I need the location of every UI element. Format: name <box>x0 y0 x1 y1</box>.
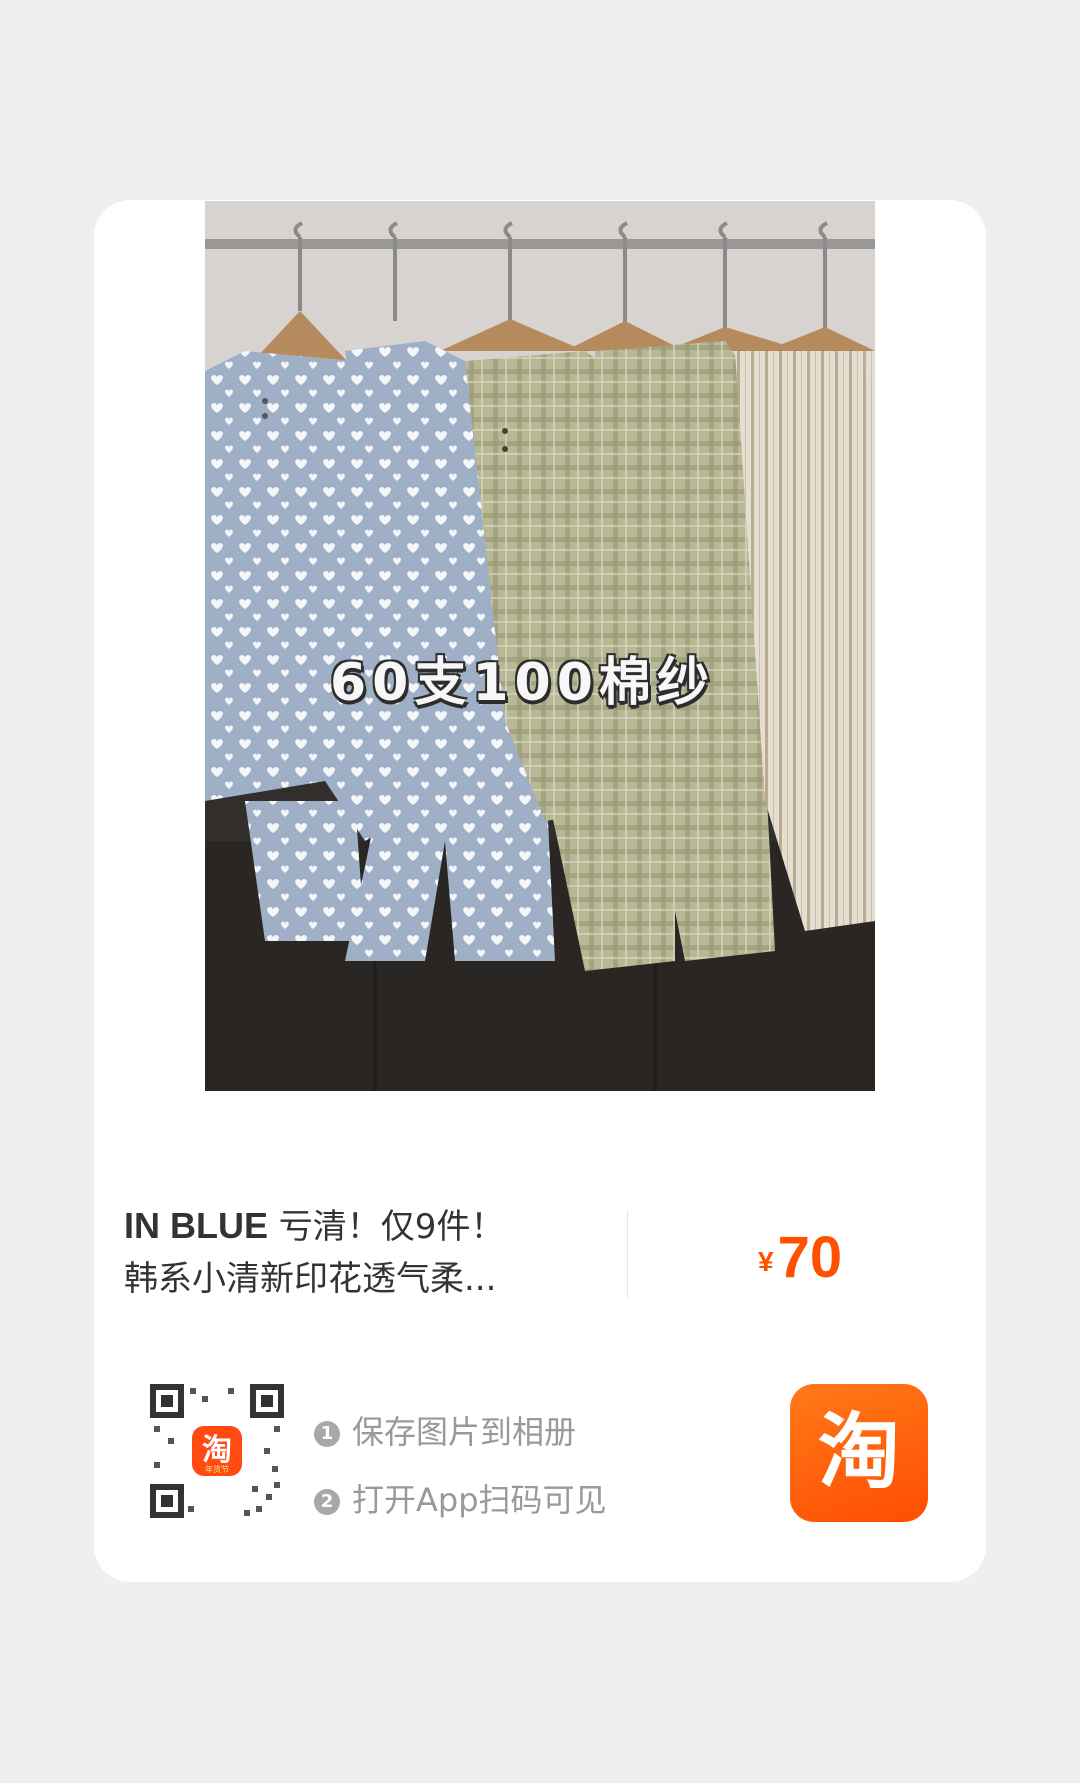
title-line2: 韩系小清新印花透气柔... <box>124 1259 497 1299</box>
qr-logo-sub: 年货节 <box>205 1464 229 1474</box>
image-overlay-text: 60支100棉纱 <box>330 653 715 713</box>
qr-code[interactable]: 淘 年货节 <box>148 1382 286 1520</box>
step-1: 1 保存图片到相册 <box>314 1398 607 1466</box>
step-2-text: 打开App扫码可见 <box>352 1481 607 1519</box>
qr-logo-char: 淘 <box>202 1433 232 1468</box>
step-number-icon: 1 <box>314 1421 340 1447</box>
scan-instructions: 1 保存图片到相册 2 打开App扫码可见 <box>314 1398 607 1534</box>
price: ¥70 <box>758 1224 842 1291</box>
vertical-divider <box>627 1210 628 1298</box>
currency-symbol: ¥ <box>758 1245 774 1277</box>
taobao-app-icon[interactable]: 淘 <box>790 1384 928 1522</box>
price-value: 70 <box>777 1225 843 1290</box>
step-1-text: 保存图片到相册 <box>352 1413 577 1451</box>
step-2: 2 打开App扫码可见 <box>314 1466 607 1534</box>
brand-name: IN BLUE <box>124 1205 268 1246</box>
step-number-icon: 2 <box>314 1489 340 1515</box>
title-line1: 亏清！仅9件！ <box>268 1207 505 1247</box>
product-title[interactable]: IN BLUE 亏清！仅9件！ 韩系小清新印花透气柔... <box>124 1200 624 1305</box>
